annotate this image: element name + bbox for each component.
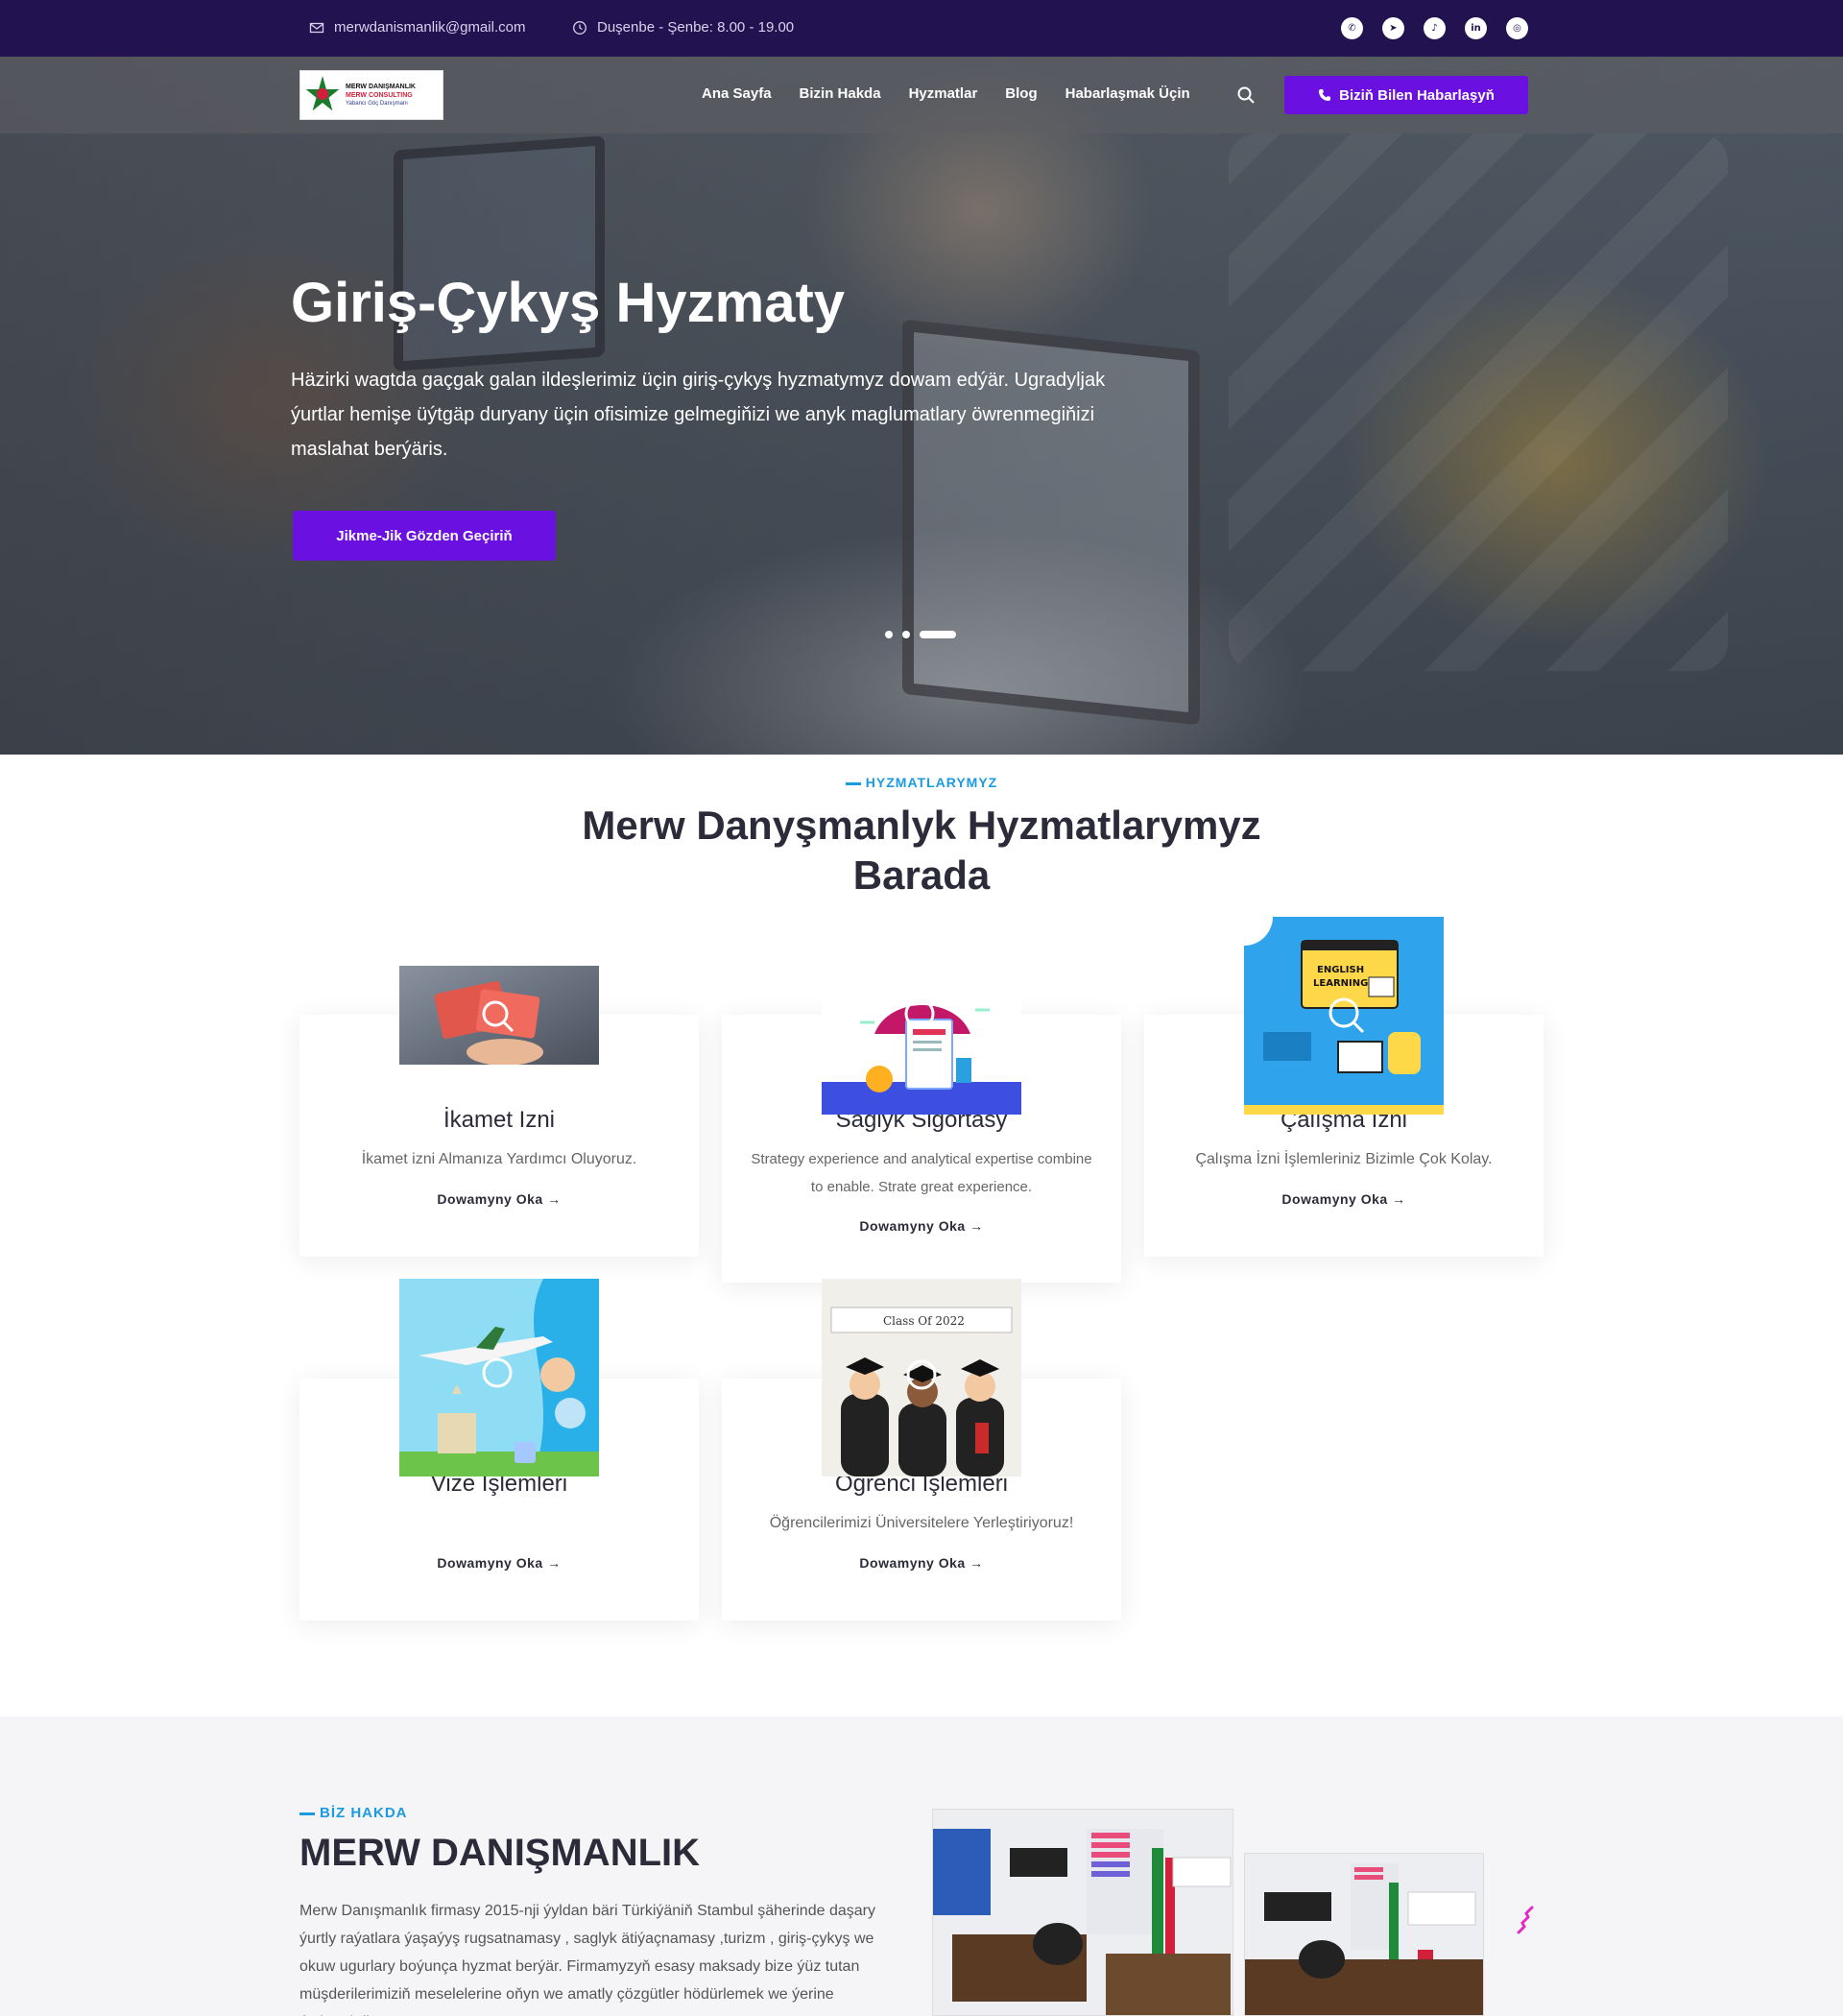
student-image: Class Of 2022 [822,1279,1021,1476]
services-title: Merw Danyşmanlyk Hyzmatlarymyz Barada [582,803,1261,898]
office-photo-1 [932,1809,1233,2016]
read-more-link[interactable]: Dowamyny Oka → [1144,1191,1544,1207]
slider-dots [885,631,956,638]
top-bar: merwdanismanlik@gmail.com Duşenbe - Şenb… [0,0,1843,57]
slider-dot-2[interactable] [902,631,910,638]
read-more-label: Dowamyny Oka [859,1555,966,1571]
arrow-right-icon: → [969,1555,984,1571]
main-navbar: MERW DANIŞMANLIK MERW CONSULTING Yabancı… [0,57,1843,133]
whatsapp-icon[interactable]: ✆ [1341,17,1363,39]
hero-details-button[interactable]: Jikme-Jik Gözden Geçiriň [293,511,556,561]
health-insurance-image [822,991,1021,1115]
linkedin-icon[interactable]: in [1465,17,1487,39]
about-title: MERW DANIŞMANLIK [299,1832,701,1874]
services-tag: HYZMATLARYMYZ [0,775,1843,790]
nav-item-services[interactable]: Hyzmatlar [909,85,978,102]
visa-image [399,1279,599,1476]
read-more-link[interactable]: Dowamyny Oka → [722,1555,1121,1571]
instagram-icon[interactable]: ◎ [1506,17,1528,39]
read-more-label: Dowamyny Oka [1281,1191,1388,1207]
english-label-1: ENGLISH [1317,965,1364,975]
hero-title: Giriş-Çykyş Hyzmaty [291,272,846,334]
read-more-link[interactable]: Dowamyny Oka → [299,1191,699,1207]
hours-text: Duşenbe - Şenbe: 8.00 - 19.00 [597,19,795,36]
service-card-desc: Çalışma İzni İşlemleriniz Bizimle Çok Ko… [1195,1151,1493,1167]
site-logo[interactable]: MERW DANIŞMANLIK MERW CONSULTING Yabancı… [299,70,443,120]
logo-emblem-icon [303,74,342,116]
nav-item-blog[interactable]: Blog [1005,85,1037,102]
class-of-label: Class Of 2022 [883,1314,965,1328]
opening-hours: Duşenbe - Şenbe: 8.00 - 19.00 [572,19,794,36]
contact-us-label: Biziň Bilen Habarlaşyň [1339,86,1495,104]
clock-icon [573,20,586,35]
services-tag-text: HYZMATLARYMYZ [865,775,998,790]
residence-permit-image [399,966,599,1065]
nav-menu: Ana Sayfa Bizin Hakda Hyzmatlar Blog Hab… [702,85,1190,102]
telegram-icon[interactable]: ➤ [1382,17,1404,39]
about-tag: BİZ HAKDA [299,1805,408,1821]
tiktok-icon[interactable]: ♪ [1424,17,1446,39]
read-more-label: Dowamyny Oka [859,1218,966,1234]
about-section: BİZ HAKDA MERW DANIŞMANLIK Merw Danışman… [0,1716,1843,2016]
mail-icon [309,22,324,33]
service-card-desc: Öğrencilerimizi Üniversitelere Yerleştir… [769,1515,1074,1531]
contact-email[interactable]: merwdanismanlik@gmail.com [309,19,525,36]
work-permit-image: ENGLISH LEARNING [1244,917,1444,1115]
read-more-label: Dowamyny Oka [437,1191,543,1207]
office-photo-2 [1244,1853,1484,2016]
logo-line-3: Yabancı Göç Danışmanı [346,100,408,107]
arrow-right-icon: → [1392,1191,1406,1207]
arrow-right-icon: → [547,1555,562,1571]
slider-dot-1[interactable] [885,631,893,638]
english-label-2: LEARNING [1313,978,1368,989]
phone-icon [1319,89,1331,101]
slider-dot-3[interactable] [920,631,956,638]
nav-item-home[interactable]: Ana Sayfa [702,85,772,102]
logo-line-2: MERW CONSULTING [346,91,413,99]
nav-item-about[interactable]: Bizin Hakda [800,85,881,102]
read-more-link[interactable]: Dowamyny Oka → [299,1555,699,1571]
contact-us-button[interactable]: Biziň Bilen Habarlaşyň [1284,76,1528,114]
about-text: Merw Danışmanlık firmasy 2015-nji ýyldan… [299,1903,875,2016]
logo-line-1: MERW DANIŞMANLIK [346,83,416,90]
hero-text: Häzirki wagtda gaçgak galan ildeşlerimiz… [291,370,1106,460]
nav-item-contact[interactable]: Habarlaşmak Üçin [1065,85,1190,102]
social-links: ✆ ➤ ♪ in ◎ [1341,17,1528,39]
service-card-title: İkamet Izni [443,1107,556,1133]
email-text: merwdanismanlik@gmail.com [334,19,526,36]
service-card-desc: Strategy experience and analytical exper… [751,1151,1092,1195]
arrow-right-icon: → [969,1218,984,1234]
read-more-link[interactable]: Dowamyny Oka → [722,1218,1121,1234]
decor-squiggle-icon [1517,1906,1534,1934]
read-more-label: Dowamyny Oka [437,1555,543,1571]
search-icon[interactable] [1236,85,1256,105]
arrow-right-icon: → [547,1191,562,1207]
service-card-desc: İkamet izni Almanıza Yardımcı Oluyoruz. [361,1151,637,1167]
about-tag-text: BİZ HAKDA [320,1805,408,1821]
